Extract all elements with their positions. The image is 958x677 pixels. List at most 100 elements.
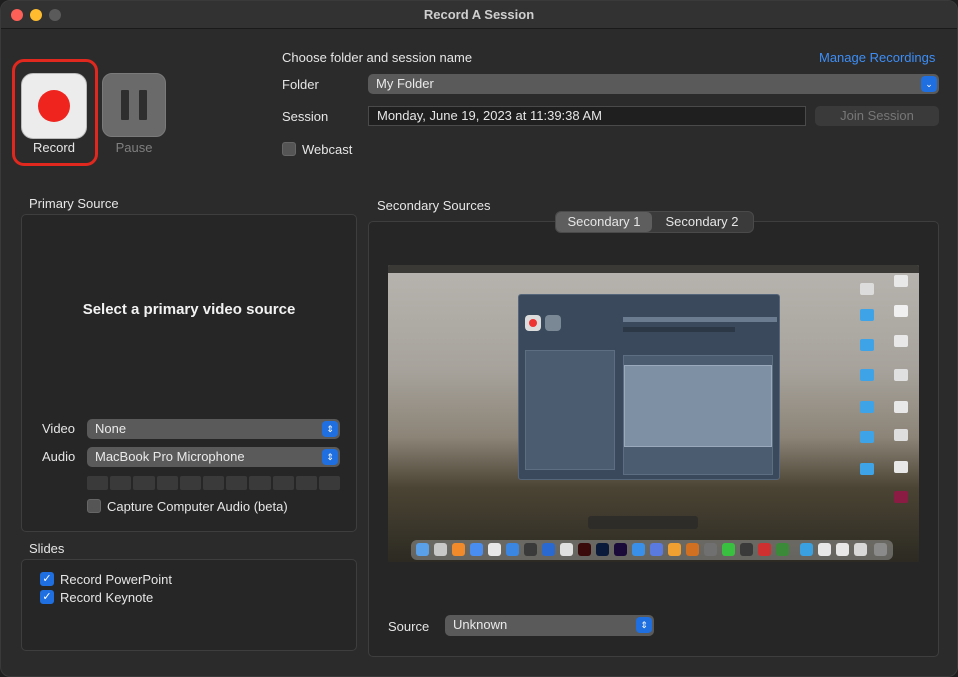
audio-meter-segment	[202, 476, 225, 490]
video-select-value: None	[95, 421, 127, 436]
video-select[interactable]: None ⇕	[87, 419, 340, 439]
secondary-source-preview	[388, 265, 919, 562]
preview-folder-icon	[860, 401, 874, 413]
slides-heading: Slides	[29, 541, 65, 556]
preview-dock-icon	[470, 543, 483, 556]
preview-desktop-icon	[894, 335, 908, 347]
preview-dock-icon	[686, 543, 699, 556]
audio-meter-segment	[87, 476, 109, 490]
folder-label: Folder	[282, 77, 319, 92]
tab-secondary-2[interactable]: Secondary 2	[652, 212, 752, 232]
secondary-sources-heading: Secondary Sources	[377, 198, 491, 213]
preview-dock-icon	[836, 543, 849, 556]
preview-dock-icon	[542, 543, 555, 556]
folder-select-value: My Folder	[376, 76, 434, 91]
preview-dock-icon	[704, 543, 717, 556]
preview-primary-group	[525, 350, 615, 470]
audio-meter-segment	[133, 476, 155, 490]
source-select[interactable]: Unknown ⇕	[445, 615, 654, 636]
join-session-button[interactable]: Join Session	[815, 106, 939, 126]
preview-nested-screen	[624, 365, 772, 447]
window-title: Record A Session	[423, 7, 535, 22]
chevron-up-down-icon: ⇕	[636, 617, 652, 633]
preview-menu-bar	[388, 265, 919, 273]
audio-meter-segment	[272, 476, 294, 490]
preview-folder-icon	[860, 309, 874, 321]
preview-capture-toolbar	[588, 516, 698, 529]
audio-meter-segment	[156, 476, 178, 490]
audio-meter-segment	[179, 476, 201, 490]
preview-dock-icon	[668, 543, 681, 556]
video-label: Video	[42, 421, 76, 436]
preview-desktop-icon	[894, 369, 908, 381]
preview-dock-icon	[614, 543, 627, 556]
audio-select[interactable]: MacBook Pro Microphone ⇕	[87, 447, 340, 467]
preview-record-dot	[529, 319, 537, 327]
session-name-input[interactable]: Monday, June 19, 2023 at 11:39:38 AM	[368, 106, 806, 126]
pause-button[interactable]	[102, 73, 166, 137]
preview-desktop-icon	[894, 401, 908, 413]
title-bar: Record A Session	[1, 1, 957, 29]
chevron-down-icon: ⌄	[921, 76, 937, 92]
preview-desktop-icon	[894, 461, 908, 473]
session-label: Session	[282, 109, 329, 124]
preview-desktop-icon	[894, 275, 908, 287]
preview-dock-icon	[560, 543, 573, 556]
preview-dock-icon	[818, 543, 831, 556]
preview-dock-icon	[650, 543, 663, 556]
audio-meter-segment	[318, 476, 341, 490]
preview-dock-icon	[776, 543, 789, 556]
preview-desktop-icon	[894, 305, 908, 317]
preview-desktop-icon	[894, 491, 908, 503]
preview-folder-icon	[860, 339, 874, 351]
preview-dock-icon	[596, 543, 609, 556]
preview-dock-icon	[434, 543, 447, 556]
preview-dock-icon	[524, 543, 537, 556]
record-powerpoint-label: Record PowerPoint	[60, 572, 172, 587]
preview-dock-icon	[854, 543, 867, 556]
preview-dock-icon	[416, 543, 429, 556]
audio-label: Audio	[42, 449, 76, 464]
audio-level-meter	[87, 476, 341, 490]
webcast-label: Webcast	[302, 142, 353, 157]
primary-source-placeholder: Select a primary video source	[82, 301, 296, 318]
webcast-checkbox[interactable]	[282, 142, 296, 156]
chevron-up-down-icon: ⇕	[322, 449, 338, 465]
preview-dock-icon	[740, 543, 753, 556]
audio-select-value: MacBook Pro Microphone	[95, 449, 245, 464]
checkmark-icon: ✓	[42, 591, 52, 603]
record-keynote-label: Record Keynote	[60, 590, 154, 605]
preview-dock-icon	[632, 543, 645, 556]
tab-secondary-1[interactable]: Secondary 1	[556, 212, 652, 232]
audio-meter-segment	[295, 476, 317, 490]
preview-folder-icon	[860, 431, 874, 443]
pause-icon	[121, 90, 129, 120]
chevron-up-down-icon: ⇕	[322, 421, 338, 437]
manage-recordings-link[interactable]: Manage Recordings	[819, 50, 935, 65]
preview-dock-icon	[578, 543, 591, 556]
audio-meter-segment	[249, 476, 271, 490]
preview-dock-icon	[506, 543, 519, 556]
preview-trash-icon	[874, 543, 887, 556]
record-powerpoint-checkbox[interactable]: ✓	[40, 572, 54, 586]
checkmark-icon: ✓	[42, 573, 52, 585]
record-session-window: Record A Session Record Pause Choose fol…	[0, 0, 958, 677]
pause-icon	[139, 90, 147, 120]
audio-meter-segment	[110, 476, 132, 490]
session-heading: Choose folder and session name	[282, 50, 473, 65]
source-select-value: Unknown	[453, 617, 508, 632]
preview-folder-icon	[860, 463, 874, 475]
record-label: Record	[33, 140, 75, 155]
primary-source-heading: Primary Source	[29, 196, 119, 211]
capture-computer-audio-checkbox[interactable]	[87, 499, 101, 513]
folder-select[interactable]: My Folder ⌄	[368, 74, 939, 94]
preview-folder-icon	[860, 369, 874, 381]
preview-desktop-icon	[860, 283, 874, 295]
preview-dock-icon	[722, 543, 735, 556]
preview-dock-icon	[758, 543, 771, 556]
preview-pause-icon	[545, 315, 561, 331]
record-keynote-checkbox[interactable]: ✓	[40, 590, 54, 604]
audio-meter-segment	[226, 476, 248, 490]
preview-dock-icon	[488, 543, 501, 556]
preview-dock-icon	[800, 543, 813, 556]
